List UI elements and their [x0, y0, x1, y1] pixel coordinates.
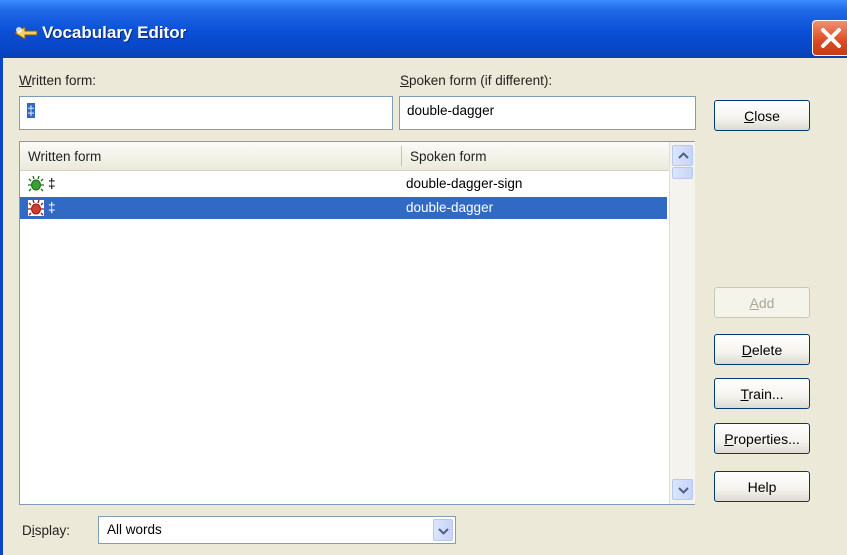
- spoken-form-input[interactable]: double-dagger: [399, 96, 696, 130]
- written-form-value: ‡: [27, 103, 35, 118]
- help-button[interactable]: Help: [714, 471, 810, 502]
- display-label: Display:: [22, 523, 71, 538]
- list-row-selected[interactable]: ‡ double-dagger: [20, 197, 667, 219]
- row-written: ‡: [48, 200, 56, 215]
- add-button[interactable]: Add: [714, 287, 810, 318]
- scroll-thumb[interactable]: [672, 167, 693, 179]
- vertical-scrollbar[interactable]: [669, 142, 695, 504]
- close-icon: [821, 28, 841, 48]
- list-header: Written form Spoken form: [20, 142, 669, 171]
- close-button[interactable]: Close: [714, 100, 810, 131]
- chevron-down-icon: [678, 487, 689, 494]
- window-title: Vocabulary Editor: [42, 23, 187, 42]
- spoken-form-label: Spoken form (if different):: [400, 73, 553, 88]
- row-spoken: double-dagger: [406, 200, 494, 215]
- word-list[interactable]: Written form Spoken form ‡ double-dagger…: [19, 141, 695, 505]
- red-bug-icon: [28, 200, 44, 216]
- close-window-button[interactable]: [812, 20, 847, 56]
- written-form-input[interactable]: ‡: [19, 96, 393, 130]
- scroll-up-button[interactable]: [672, 145, 693, 166]
- chevron-down-icon: [438, 528, 449, 535]
- display-select-value: All words: [107, 522, 162, 537]
- properties-button[interactable]: Properties...: [714, 423, 810, 454]
- scroll-down-button[interactable]: [672, 479, 693, 500]
- row-written: ‡: [48, 176, 56, 191]
- row-spoken: double-dagger-sign: [406, 176, 523, 191]
- window-frame: [0, 58, 3, 555]
- column-header-written[interactable]: Written form: [20, 142, 401, 170]
- dropdown-button[interactable]: [433, 519, 453, 541]
- green-bug-icon: [28, 176, 44, 192]
- list-row[interactable]: ‡ double-dagger-sign: [20, 173, 667, 195]
- display-select[interactable]: All words: [98, 516, 456, 544]
- column-header-spoken[interactable]: Spoken form: [402, 142, 669, 170]
- train-button[interactable]: Train...: [714, 378, 810, 409]
- app-icon: [14, 26, 38, 40]
- written-form-label: Written form:: [19, 73, 97, 88]
- delete-button[interactable]: Delete: [714, 334, 810, 365]
- spoken-form-value: double-dagger: [407, 103, 495, 118]
- chevron-up-icon: [678, 152, 689, 159]
- title-bar[interactable]: Vocabulary Editor: [0, 0, 847, 58]
